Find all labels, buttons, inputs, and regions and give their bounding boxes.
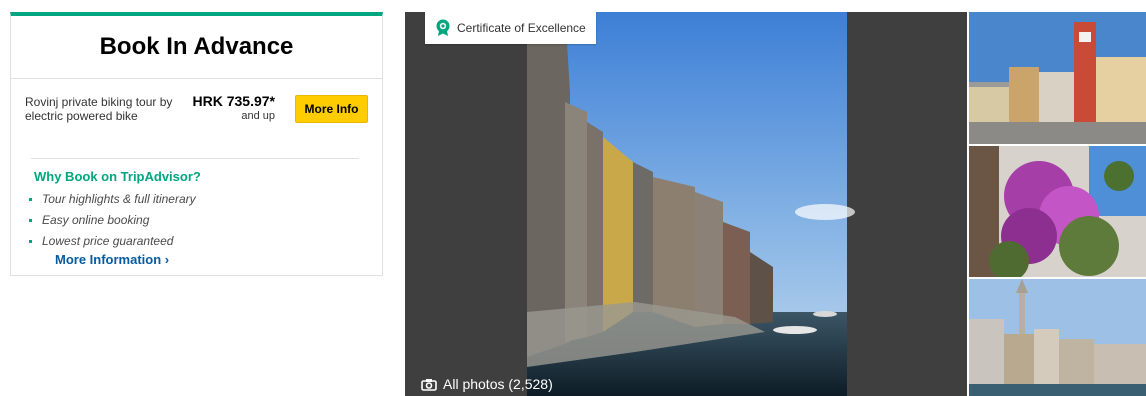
panel-title: Book In Advance — [11, 16, 382, 79]
all-photos-link[interactable]: All photos (2,528) — [421, 376, 553, 392]
divider — [31, 158, 359, 159]
thumbnail-town-square[interactable] — [969, 12, 1146, 144]
main-photo[interactable]: Certificate of Excellence All photos (2,… — [405, 12, 967, 396]
offer-name[interactable]: Rovinj private biking tour by electric p… — [25, 95, 175, 123]
more-information-link[interactable]: More Information › — [55, 252, 169, 267]
thumbnail-image — [969, 12, 1146, 144]
offer-price: HRK 735.97* — [192, 93, 276, 109]
thumbnail-bougainvillea[interactable] — [969, 146, 1146, 277]
thumbnail-image — [969, 146, 1146, 277]
bullet-icon — [29, 198, 32, 201]
certificate-owl-icon — [436, 19, 450, 36]
list-item: Easy online booking — [29, 210, 196, 231]
offer-row: Rovinj private biking tour by electric p… — [11, 79, 382, 151]
book-in-advance-panel: Book In Advance Rovinj private biking to… — [10, 12, 383, 276]
list-item: Tour highlights & full itinerary — [29, 189, 196, 210]
price-suffix: and up — [241, 110, 275, 122]
main-photo-image — [405, 12, 967, 396]
more-info-button[interactable]: More Info — [295, 95, 368, 123]
camera-icon — [421, 378, 437, 391]
thumbnail-image — [969, 279, 1146, 396]
bullet-icon — [29, 240, 32, 243]
list-item: Lowest price guaranteed — [29, 231, 196, 252]
certificate-badge[interactable]: Certificate of Excellence — [425, 12, 596, 44]
offer-price-block: HRK 735.97* and up — [183, 93, 276, 122]
all-photos-label: All photos (2,528) — [443, 376, 553, 392]
certificate-label: Certificate of Excellence — [457, 21, 586, 35]
why-book-title: Why Book on TripAdvisor? — [34, 169, 201, 184]
thumbnail-old-town[interactable] — [969, 279, 1146, 396]
bullet-icon — [29, 219, 32, 222]
why-book-list: Tour highlights & full itinerary Easy on… — [29, 189, 196, 252]
